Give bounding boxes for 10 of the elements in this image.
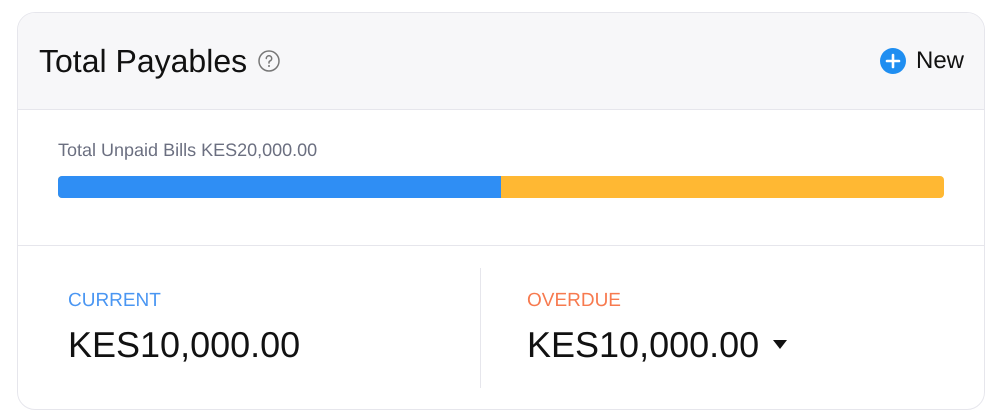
summary-amount: KES10,000.00 [68, 324, 300, 366]
card-title: Total Payables [39, 42, 248, 80]
help-icon[interactable] [257, 49, 282, 73]
plus-circle-icon [880, 48, 906, 74]
summary-label: CURRENT [68, 290, 162, 312]
caret-icon[interactable] [773, 340, 788, 349]
unpaid-total-label: Total Unpaid Bills KES20,000.00 [58, 140, 318, 161]
new-button[interactable]: New [880, 47, 964, 75]
summary-label: OVERDUE [527, 290, 622, 312]
summary-amount: KES10,000.00 [527, 324, 760, 366]
